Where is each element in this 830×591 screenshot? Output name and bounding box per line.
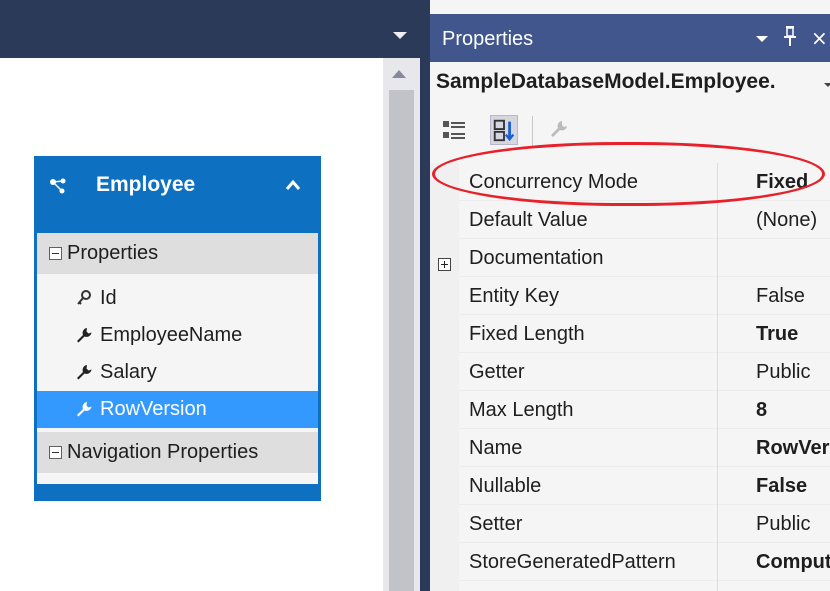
close-icon[interactable]: × bbox=[811, 26, 828, 50]
property-grid-row[interactable]: Default Value (None) bbox=[459, 201, 830, 239]
key-icon bbox=[77, 290, 91, 305]
wrench-icon bbox=[77, 402, 92, 417]
property-value[interactable]: Public bbox=[756, 361, 810, 384]
designer-titlebar bbox=[0, 0, 420, 58]
collapse-icon[interactable] bbox=[49, 247, 62, 260]
entity-employee[interactable]: Employee Properties Id EmployeeName Sala… bbox=[34, 156, 321, 501]
property-label: RowVersion bbox=[100, 398, 207, 420]
property-name: Documentation bbox=[469, 247, 604, 269]
wrench-icon bbox=[77, 365, 92, 380]
pin-icon[interactable] bbox=[783, 24, 797, 48]
property-pages-icon[interactable] bbox=[544, 115, 572, 145]
wrench-icon bbox=[77, 328, 92, 343]
scroll-up-icon[interactable] bbox=[392, 70, 406, 78]
property-value[interactable]: Compute bbox=[756, 551, 830, 574]
property-grid-row[interactable]: Name RowVersi bbox=[459, 429, 830, 467]
property-value[interactable]: (None) bbox=[756, 209, 817, 232]
scrollbar-thumb[interactable] bbox=[389, 90, 414, 591]
property-name: Fixed Length bbox=[469, 323, 585, 345]
property-grid-row[interactable]: Setter Public bbox=[459, 505, 830, 543]
property-row-rowversion[interactable]: RowVersion bbox=[37, 391, 318, 428]
section-navigation-properties[interactable]: Navigation Properties bbox=[37, 432, 318, 473]
property-value[interactable]: False bbox=[756, 285, 805, 308]
property-grid-row[interactable]: Max Length 8 bbox=[459, 391, 830, 429]
property-grid-row[interactable]: Documentation bbox=[459, 239, 830, 277]
object-dropdown-icon[interactable] bbox=[824, 83, 830, 87]
pane-divider[interactable] bbox=[420, 0, 430, 591]
chevron-up-icon[interactable] bbox=[284, 178, 302, 192]
property-name: Setter bbox=[469, 513, 523, 535]
property-grid-row[interactable]: Entity Key False bbox=[459, 277, 830, 315]
property-grid: Concurrency Mode Fixed Default Value (None)… bbox=[430, 163, 830, 591]
property-grid-row[interactable]: Nullable False bbox=[459, 467, 830, 505]
collapse-icon[interactable] bbox=[49, 446, 62, 459]
property-grid-row[interactable]: StoreGeneratedPattern Compute bbox=[459, 543, 830, 581]
entity-icon bbox=[50, 178, 66, 194]
property-grid-row[interactable]: Fixed Length True bbox=[459, 315, 830, 353]
categorized-icon[interactable] bbox=[440, 115, 468, 145]
property-name: StoreGeneratedPattern bbox=[469, 551, 676, 573]
property-grid-viewport: Concurrency Mode Fixed Default Value (None)… bbox=[430, 163, 830, 591]
selected-object-name[interactable]: SampleDatabaseModel.Employee. bbox=[436, 70, 776, 94]
entity-title: Employee bbox=[96, 173, 196, 196]
section-label: Navigation Properties bbox=[67, 441, 259, 463]
property-value[interactable]: False bbox=[756, 475, 807, 498]
properties-titlebar[interactable]: Properties × bbox=[430, 14, 830, 62]
designer-dropdown-icon[interactable] bbox=[393, 32, 407, 39]
entity-header[interactable]: Employee bbox=[34, 156, 321, 231]
property-name: Nullable bbox=[469, 475, 542, 497]
property-name: Entity Key bbox=[469, 285, 560, 307]
property-label: Salary bbox=[100, 361, 157, 383]
property-name: Getter bbox=[469, 361, 525, 383]
expand-icon[interactable] bbox=[438, 258, 451, 271]
toolbar-separator bbox=[532, 116, 533, 148]
grid-column-divider[interactable] bbox=[717, 163, 718, 591]
properties-title: Properties bbox=[442, 28, 534, 50]
property-label: Id bbox=[100, 287, 117, 309]
property-grid-row[interactable]: Getter Public bbox=[459, 353, 830, 391]
property-name: Default Value bbox=[469, 209, 588, 231]
section-label: Properties bbox=[67, 242, 159, 264]
property-row-id[interactable]: Id bbox=[37, 280, 318, 317]
entity-body: Properties Id EmployeeName Salary RowVer… bbox=[37, 233, 318, 484]
property-row-salary[interactable]: Salary bbox=[37, 354, 318, 391]
window-menu-icon[interactable] bbox=[756, 36, 768, 42]
annotation-highlight bbox=[432, 142, 825, 206]
property-value[interactable]: RowVersi bbox=[756, 437, 830, 460]
property-value[interactable]: 8 bbox=[756, 399, 767, 422]
property-row-employeename[interactable]: EmployeeName bbox=[37, 317, 318, 354]
properties-window: Properties × SampleDatabaseModel.Employe… bbox=[430, 0, 830, 591]
property-value[interactable]: True bbox=[756, 323, 798, 346]
property-label: EmployeeName bbox=[100, 324, 243, 346]
section-properties[interactable]: Properties bbox=[37, 233, 318, 274]
alphabetical-icon[interactable] bbox=[490, 115, 518, 145]
grid-gutter bbox=[430, 163, 459, 591]
property-value[interactable]: Public bbox=[756, 513, 810, 536]
property-name: Name bbox=[469, 437, 523, 459]
property-name: Max Length bbox=[469, 399, 574, 421]
